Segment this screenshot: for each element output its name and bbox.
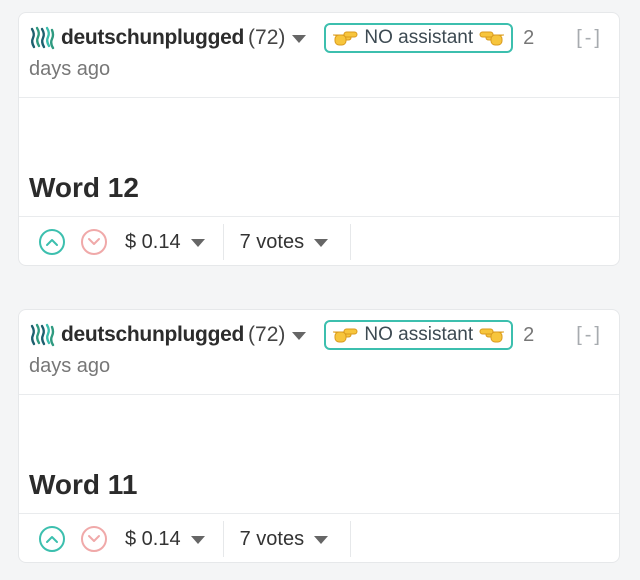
payout-caret-icon [190, 536, 205, 544]
post-title-link[interactable]: Word 12 [29, 172, 139, 204]
votes-count: 7 votes [239, 527, 305, 550]
post-age-number: 2 [523, 26, 535, 49]
footer-divider [350, 224, 352, 260]
votes-caret-icon [314, 239, 329, 247]
footer-divider [222, 521, 224, 557]
votes-dropdown[interactable]: 7 votes [239, 230, 329, 254]
payout-value: $ 0.14 [125, 230, 181, 253]
post-footer: $ 0.14 7 votes [19, 217, 619, 265]
collapse-toggle[interactable]: [-] [576, 324, 603, 347]
author-name-link[interactable]: deutschunplugged [61, 323, 244, 347]
downvote-button[interactable] [81, 229, 107, 255]
author-name-link[interactable]: deutschunplugged [61, 26, 244, 50]
payout-dropdown[interactable]: $ 0.14 [125, 528, 205, 551]
chevron-down-icon [88, 535, 100, 542]
chevron-up-icon [46, 239, 58, 246]
author-avatar[interactable] [29, 322, 55, 348]
post-age-number: 2 [523, 323, 535, 346]
post-meta-row: deutschunplugged (72) NO assistant 2 [-] [29, 23, 609, 53]
pointing-right-hand-icon [332, 326, 358, 344]
upvote-button[interactable] [39, 526, 65, 552]
post-footer: $ 0.14 7 votes [19, 514, 619, 562]
badge-label: NO assistant [364, 27, 474, 48]
payout-dropdown[interactable]: $ 0.14 [125, 231, 205, 254]
post-card: deutschunplugged (72) NO assistant 2 [-]… [18, 309, 620, 563]
author-menu-caret-icon[interactable] [292, 35, 307, 43]
post-header: deutschunplugged (72) NO assistant 2 [-]… [19, 13, 619, 98]
votes-caret-icon [314, 536, 329, 544]
post-body: Word 12 [19, 98, 619, 217]
pointing-left-hand-icon [479, 29, 505, 47]
author-reputation: (72) [248, 323, 286, 346]
post-title-link[interactable]: Word 11 [29, 469, 137, 501]
votes-dropdown[interactable]: 7 votes [239, 527, 329, 551]
collapse-toggle[interactable]: [-] [576, 27, 603, 50]
no-assistant-badge: NO assistant [324, 23, 514, 53]
no-assistant-badge: NO assistant [324, 320, 514, 350]
payout-value: $ 0.14 [125, 527, 181, 550]
badge-label: NO assistant [364, 324, 474, 345]
downvote-button[interactable] [81, 526, 107, 552]
post-feed: deutschunplugged (72) NO assistant 2 [-]… [0, 0, 640, 580]
payout-caret-icon [190, 239, 205, 247]
pointing-left-hand-icon [479, 326, 505, 344]
post-header: deutschunplugged (72) NO assistant 2 [-]… [19, 310, 619, 395]
author-avatar[interactable] [29, 25, 55, 51]
post-card: deutschunplugged (72) NO assistant 2 [-]… [18, 12, 620, 266]
footer-divider [350, 521, 352, 557]
post-age-unit: days ago [29, 355, 111, 377]
votes-count: 7 votes [239, 230, 305, 253]
post-age-unit: days ago [29, 58, 111, 80]
post-meta-row: deutschunplugged (72) NO assistant 2 [-] [29, 320, 609, 350]
post-body: Word 11 [19, 395, 619, 514]
author-menu-caret-icon[interactable] [292, 332, 307, 340]
upvote-button[interactable] [39, 229, 65, 255]
chevron-up-icon [46, 536, 58, 543]
pointing-right-hand-icon [332, 29, 358, 47]
chevron-down-icon [88, 238, 100, 245]
author-reputation: (72) [248, 26, 286, 49]
footer-divider [222, 224, 224, 260]
